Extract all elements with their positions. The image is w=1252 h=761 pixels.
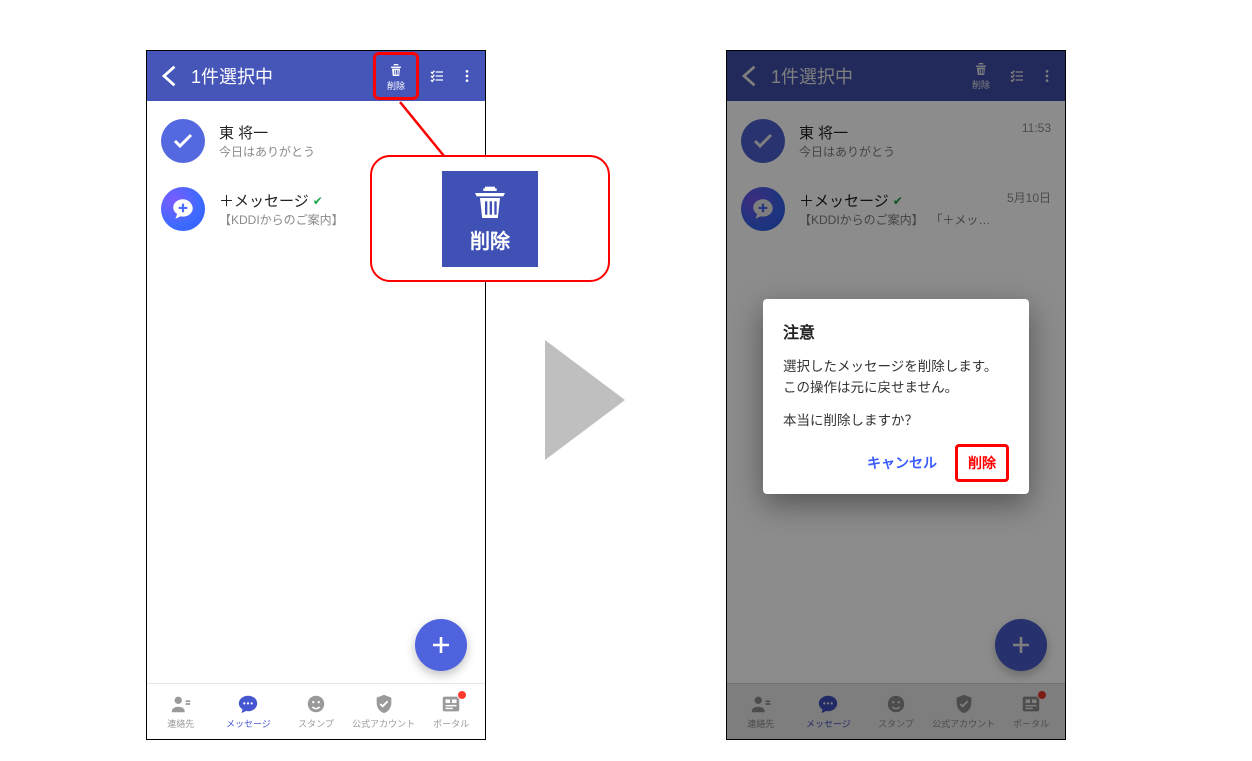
more-vert-icon [458,68,476,84]
nav-label: ポータル [433,717,469,730]
delete-button[interactable]: 削除 [380,57,412,97]
phone-screen-after: 1件選択中 削除 東 将一 今日はありがとう 11:53 [726,50,1066,740]
delete-button-label: 削除 [387,79,405,92]
nav-label: メッセージ [226,717,271,730]
callout-delete-tile: 削除 [442,171,538,267]
dialog-actions: キャンセル 削除 [783,444,1009,482]
verified-icon: ✔ [313,194,323,208]
dialog-line: 選択したメッセージを削除します。この操作は元に戻せません。 [783,357,1009,399]
dialog-line: 本当に削除しますか？ [783,411,1009,432]
nav-contacts[interactable]: 連絡先 [147,684,215,739]
dialog-cancel-button[interactable]: キャンセル [859,447,945,479]
back-button[interactable] [157,62,185,90]
more-button[interactable] [457,56,477,96]
stamps-icon [305,693,327,715]
dialog-delete-button[interactable]: 削除 [962,449,1002,477]
confirm-delete-dialog: 注意 選択したメッセージを削除します。この操作は元に戻せません。 本当に削除しま… [763,299,1029,494]
list-check-icon [428,68,446,84]
nav-official[interactable]: 公式アカウント [350,684,418,739]
chat-plus-icon [170,196,196,222]
shield-check-icon [373,693,395,715]
compose-fab[interactable] [415,619,467,671]
mark-read-button[interactable] [421,56,453,96]
dialog-delete-highlight: 削除 [955,444,1009,482]
flow-arrow-icon [545,340,625,460]
check-icon [171,129,195,153]
dialog-title: 注意 [783,319,1009,343]
nav-label: 連絡先 [167,717,194,730]
nav-portal[interactable]: ポータル [417,684,485,739]
plus-message-avatar [161,187,205,231]
notification-dot [457,690,467,700]
nav-stamps[interactable]: スタンプ [282,684,350,739]
nav-messages[interactable]: メッセージ [215,684,283,739]
delete-button-highlight: 削除 [373,52,419,100]
nav-label: スタンプ [298,717,334,730]
contacts-icon [170,693,192,715]
callout-label: 削除 [470,225,510,254]
plus-icon [429,633,453,657]
bottom-nav: 連絡先 メッセージ スタンプ 公式アカウント ポータル [147,683,485,739]
trash-icon [468,183,512,223]
messages-icon [237,693,259,715]
app-header: 1件選択中 削除 [147,51,485,101]
nav-label: 公式アカウント [352,717,415,730]
trash-icon [387,62,405,78]
callout-bubble: 削除 [370,155,610,282]
dialog-body: 選択したメッセージを削除します。この操作は元に戻せません。 本当に削除しますか？ [783,357,1009,432]
header-title: 1件選択中 [185,63,373,89]
selected-check-avatar [161,119,205,163]
